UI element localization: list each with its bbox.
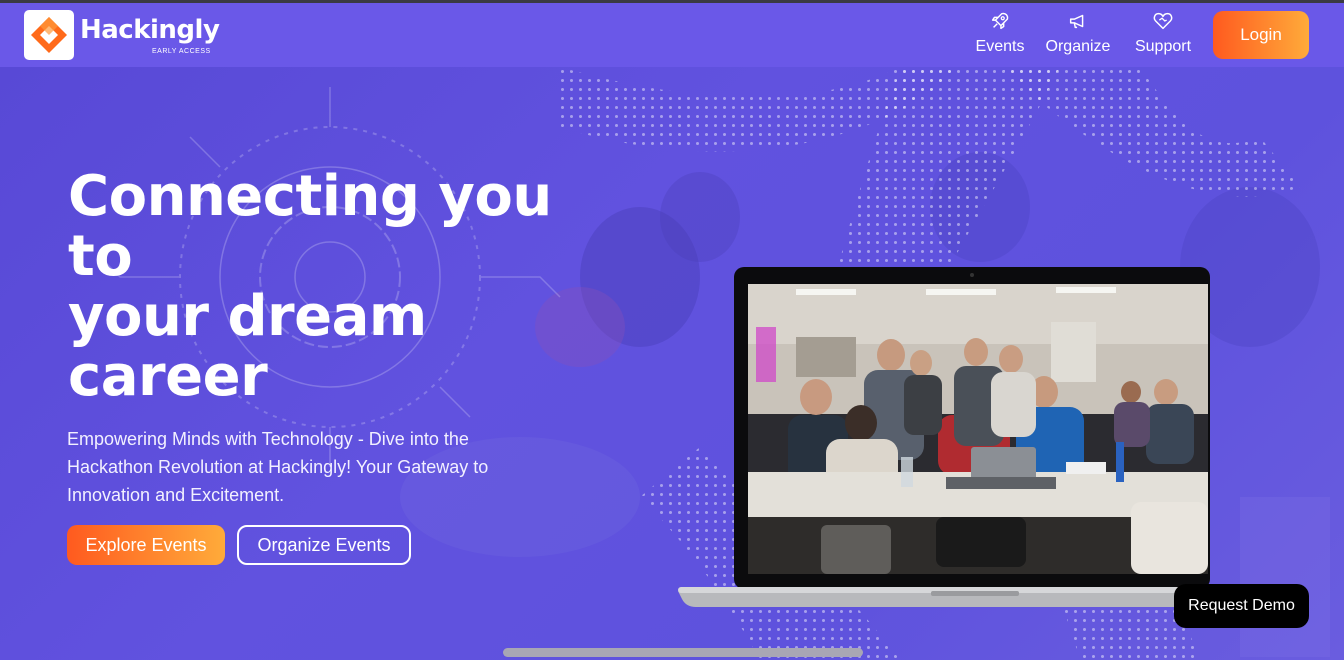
nav-label-events: Events (975, 38, 1025, 55)
horizontal-scrollbar[interactable] (503, 648, 863, 657)
brand-tagline: EARLY ACCESS (152, 48, 211, 55)
nav-item-events[interactable]: Events (974, 10, 1026, 62)
logo[interactable] (24, 10, 74, 60)
headline-line: career (68, 344, 268, 409)
megaphone-icon (1069, 14, 1084, 29)
brand-name[interactable]: Hackingly (80, 15, 220, 45)
laptop-hero-image (678, 267, 1232, 607)
rocket-icon (991, 12, 1009, 30)
request-demo-button[interactable]: Request Demo (1174, 584, 1309, 628)
hero-subtext: Empowering Minds with Technology - Dive … (67, 429, 489, 505)
nav-item-support[interactable]: Support (1132, 10, 1194, 62)
navbar: Hackingly EARLY ACCESS Events Organize S… (0, 3, 1344, 67)
nav-label-organize: Organize (1045, 38, 1111, 55)
headline-line: your dream (68, 284, 427, 349)
organize-events-button[interactable]: Organize Events (237, 525, 411, 565)
explore-events-button[interactable]: Explore Events (67, 525, 225, 565)
heart-handshake-icon (1153, 12, 1173, 30)
login-button[interactable]: Login (1213, 11, 1309, 59)
hero-headline: Connecting you to your dream career (68, 167, 588, 407)
nav-item-organize[interactable]: Organize (1044, 10, 1112, 62)
logo-icon (31, 17, 67, 53)
headline-line: Connecting you (68, 164, 552, 229)
hero-section: Connecting you to your dream career Empo… (0, 67, 1344, 660)
headline-line: to (68, 224, 133, 289)
nav-label-support: Support (1134, 38, 1192, 55)
